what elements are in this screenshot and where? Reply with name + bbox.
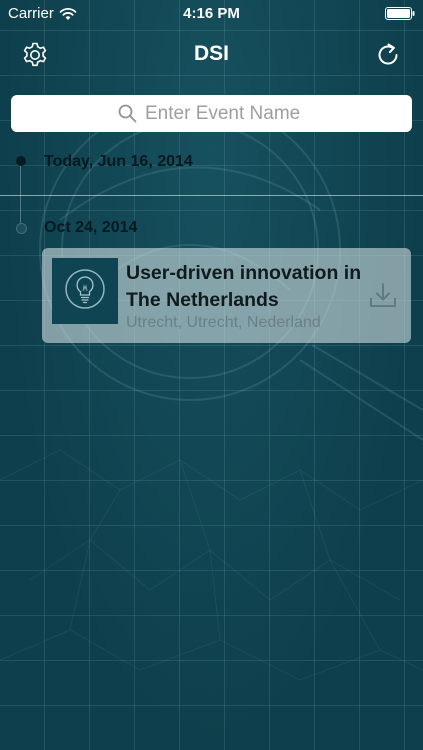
navigation-bar: DSI bbox=[0, 28, 423, 84]
status-time: 4:16 PM bbox=[183, 5, 240, 22]
status-bar: Carrier 4:16 PM bbox=[0, 0, 423, 28]
event-thumbnail bbox=[52, 258, 118, 324]
download-icon[interactable] bbox=[367, 280, 399, 312]
battery-icon bbox=[385, 7, 415, 20]
refresh-button[interactable] bbox=[371, 38, 405, 72]
lightbulb-icon bbox=[65, 269, 105, 309]
event-card[interactable]: User-driven innovation in The Netherland… bbox=[42, 248, 411, 343]
page-title: DSI bbox=[193, 42, 229, 65]
today-date-label: Today, Jun 16, 2014 bbox=[44, 153, 193, 170]
timeline-dot-today bbox=[16, 156, 26, 166]
today-divider bbox=[0, 195, 423, 196]
search-icon bbox=[118, 104, 137, 123]
group-date-label: Oct 24, 2014 bbox=[44, 219, 138, 236]
app-screen: Carrier 4:16 PM DSI Enter Event Name Tod… bbox=[0, 0, 423, 750]
event-location: Utrecht, Utrecht, Nederland bbox=[126, 314, 321, 331]
search-bar[interactable] bbox=[11, 95, 412, 132]
timeline-dot-group bbox=[16, 223, 27, 234]
refresh-icon bbox=[378, 43, 398, 65]
search-input[interactable] bbox=[145, 102, 305, 125]
event-title: User-driven innovation in The Netherland… bbox=[126, 262, 362, 311]
